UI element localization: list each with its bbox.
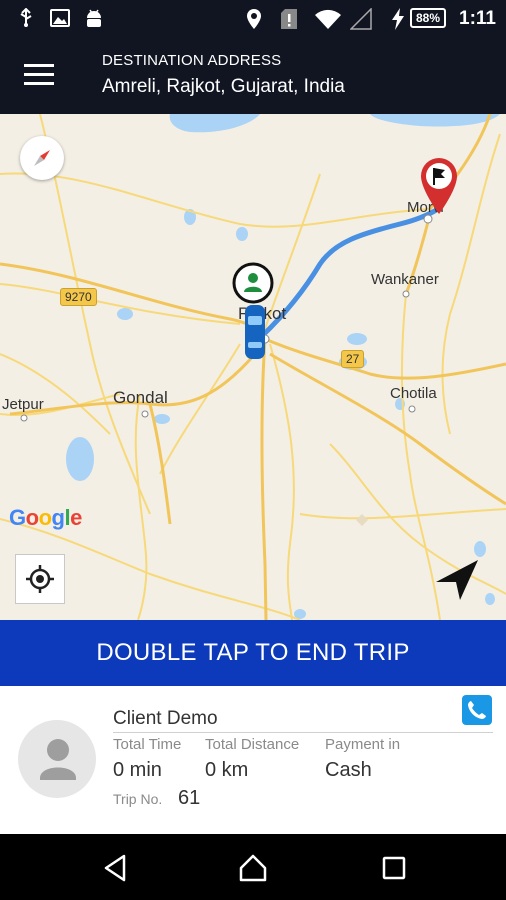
phone-icon: [468, 701, 486, 719]
menu-icon[interactable]: [24, 64, 54, 88]
call-button[interactable]: [462, 695, 492, 725]
compass-icon: [34, 150, 50, 166]
trip-info-panel: Client Demo Total Time Total Distance Pa…: [0, 686, 506, 834]
total-time-value: 0 min: [113, 759, 162, 781]
trip-number-label: Trip No.: [113, 791, 163, 807]
app-toolbar: DESTINATION ADDRESS Amreli, Rajkot, Guja…: [0, 38, 506, 114]
system-nav-bar: [0, 834, 506, 900]
navigate-arrow-icon[interactable]: [434, 558, 480, 602]
usb-icon: [20, 8, 32, 27]
home-icon[interactable]: [237, 852, 269, 884]
location-icon: [247, 9, 261, 29]
google-attribution: Google: [9, 505, 82, 531]
person-placeholder-icon: [40, 739, 76, 780]
car-icon: [245, 305, 265, 359]
place-label-gondal: Gondal: [113, 388, 168, 407]
destination-address: Amreli, Rajkot, Gujarat, India: [102, 76, 345, 97]
clock: 1:11: [459, 8, 496, 29]
place-label-jetpur: Jetpur: [2, 396, 44, 413]
destination-marker-icon[interactable]: [417, 156, 461, 216]
crosshair-icon: [26, 565, 54, 593]
origin-marker-icon[interactable]: [232, 262, 274, 304]
road-shield-27: 27: [341, 350, 365, 368]
payment-label: Payment in: [325, 736, 401, 753]
google-attribution-text: Google: [9, 505, 82, 530]
place-label-wankaner: Wankaner: [371, 271, 439, 288]
android-icon: [87, 9, 101, 27]
place-label-chotila: Chotila: [390, 385, 437, 402]
back-icon[interactable]: [100, 852, 132, 884]
map-view[interactable]: Morvi Wankaner Rajkot Gondal Chotila Jet…: [0, 114, 506, 620]
wifi-icon: [315, 9, 341, 29]
compass-button[interactable]: [20, 136, 64, 180]
total-distance-label: Total Distance: [205, 736, 300, 753]
signal-icon: [350, 8, 372, 30]
screen: 88% 1:11 DESTINATION ADDRESS Amreli, Raj…: [0, 0, 506, 900]
payment-value: Cash: [325, 759, 372, 781]
road-shield-9270: 9270: [60, 288, 97, 306]
trip-number-value: 61: [178, 787, 201, 809]
my-location-button[interactable]: [15, 554, 65, 604]
recents-icon[interactable]: [378, 852, 410, 884]
status-bar: 88% 1:11: [0, 0, 506, 38]
destination-label: DESTINATION ADDRESS: [102, 52, 282, 69]
avatar: [18, 720, 96, 798]
image-icon: [50, 9, 70, 27]
charging-icon: [392, 8, 404, 30]
total-distance-value: 0 km: [205, 759, 249, 781]
client-name: Client Demo: [113, 708, 218, 729]
divider: [113, 732, 493, 733]
sim-alert-icon: [281, 9, 297, 29]
end-trip-button[interactable]: DOUBLE TAP TO END TRIP: [0, 620, 506, 686]
total-time-label: Total Time: [113, 736, 182, 753]
battery-level: 88%: [410, 8, 446, 28]
